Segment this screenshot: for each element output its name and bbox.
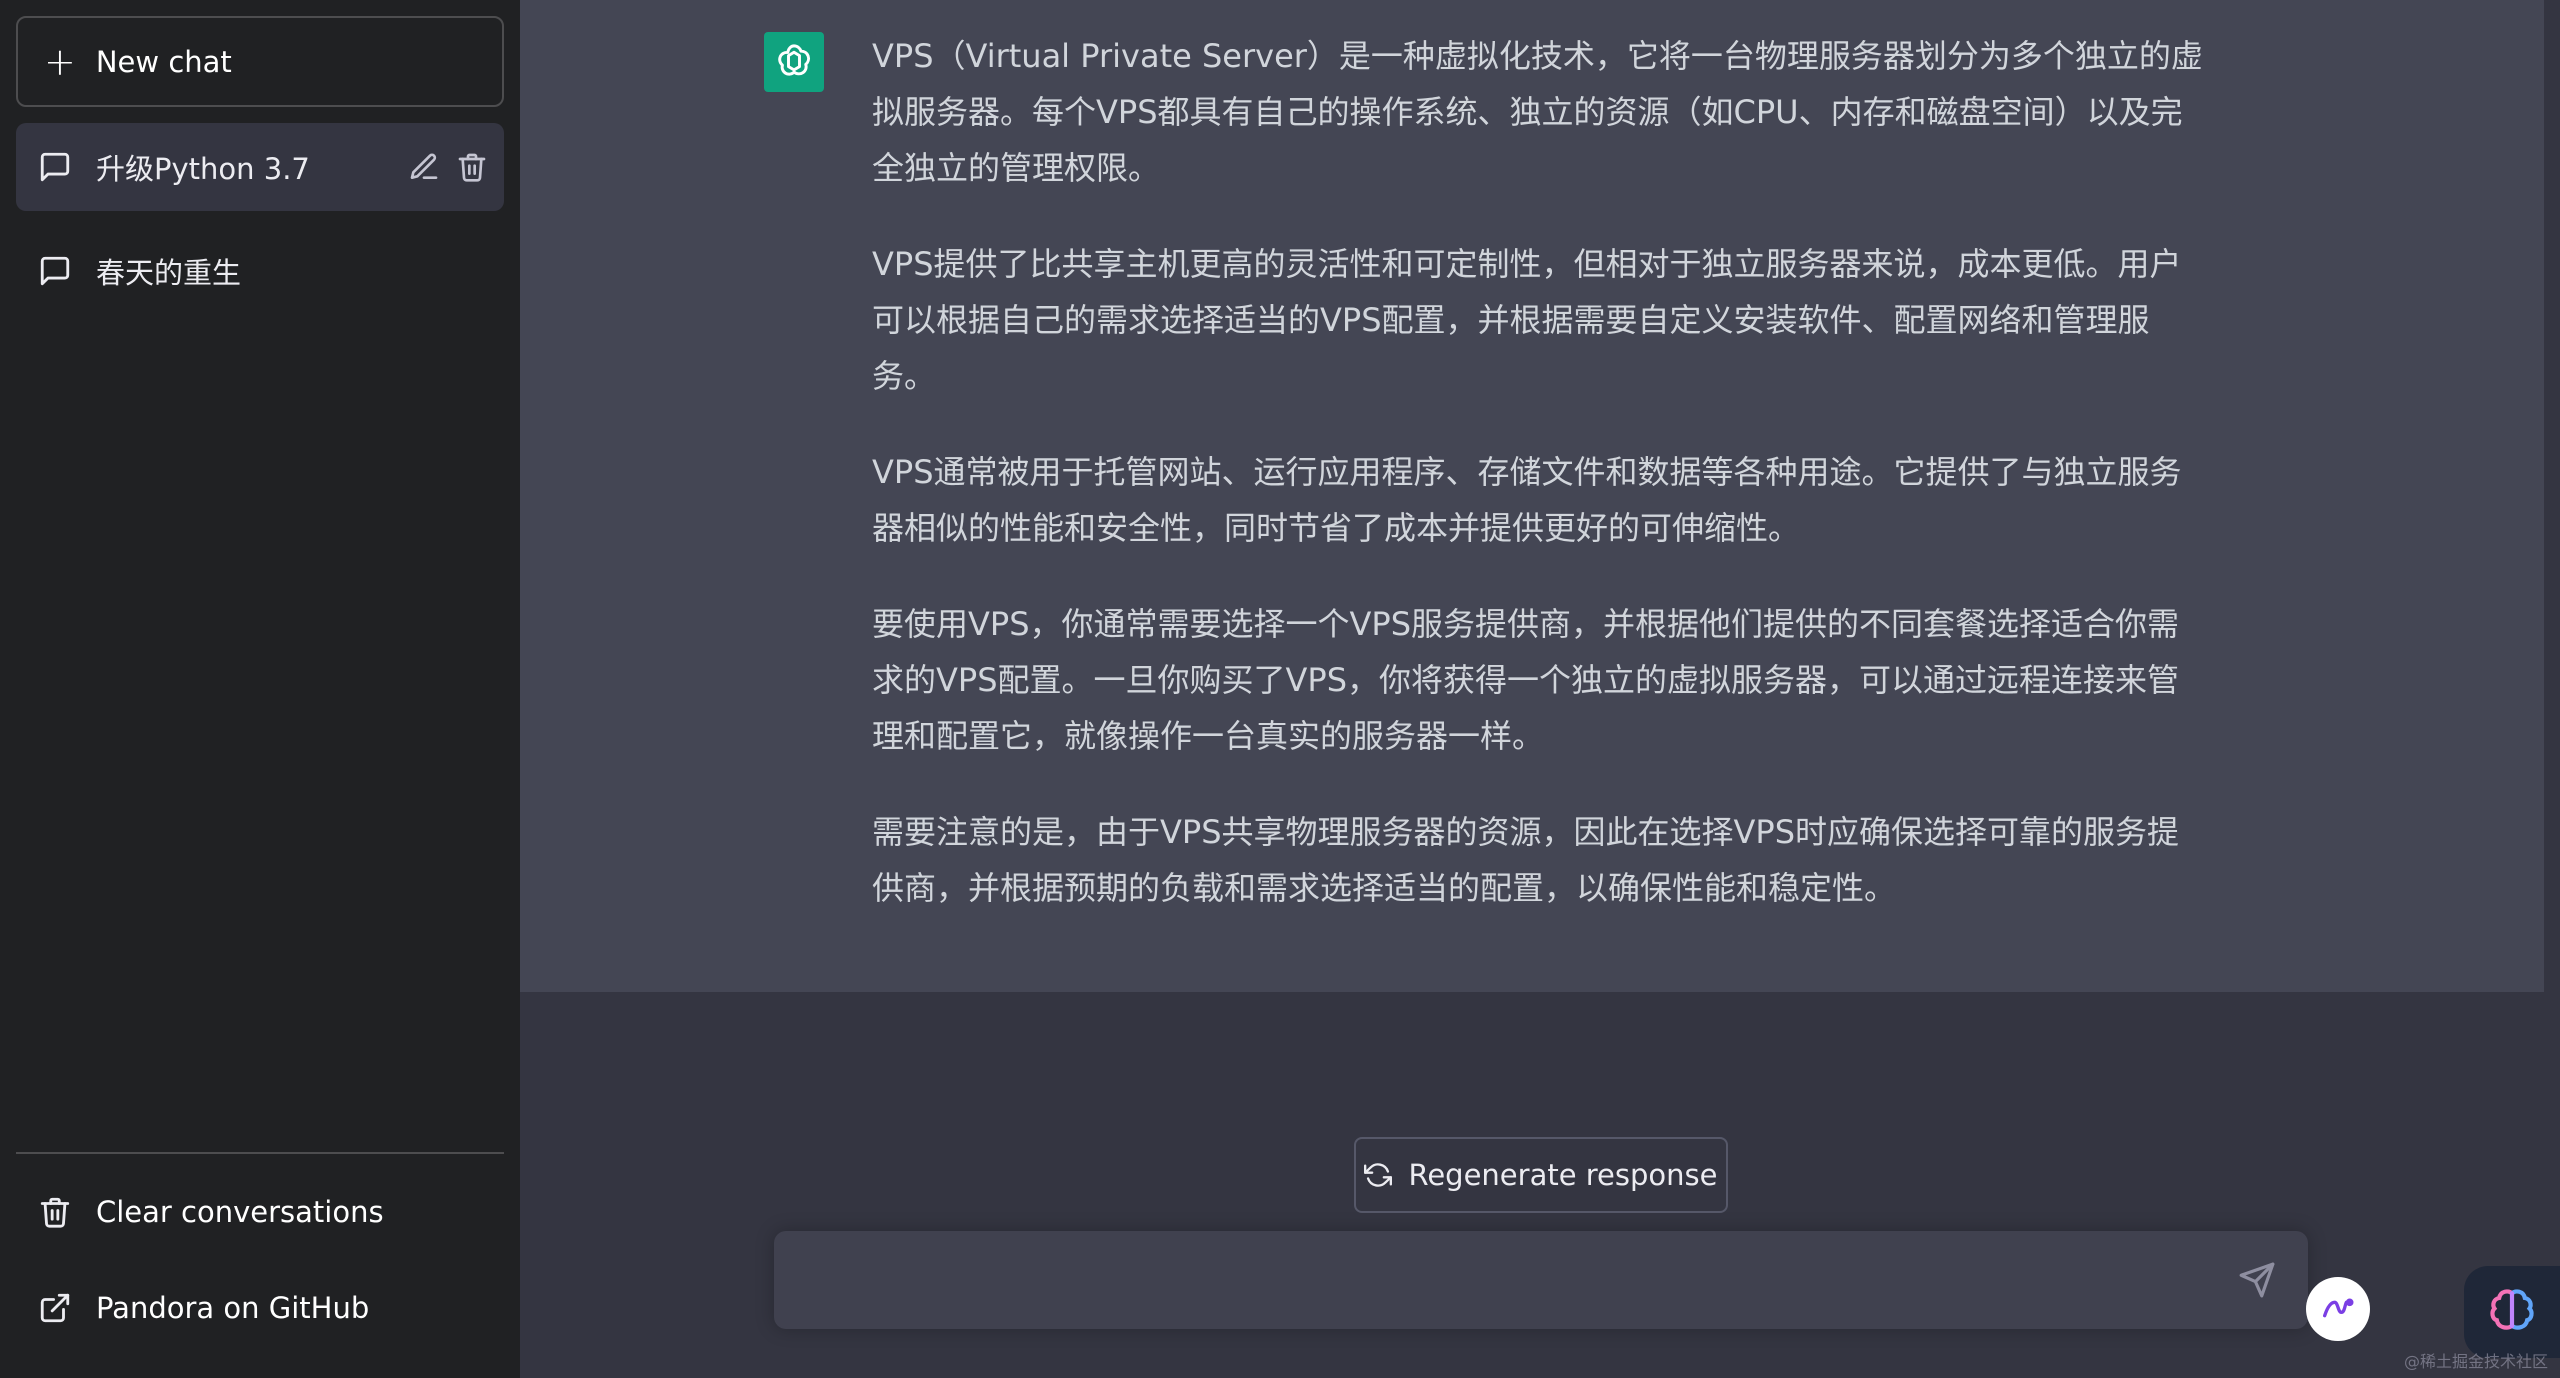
- message-paragraph: VPS提供了比共享主机更高的灵活性和可定制性，但相对于独立服务器来说，成本更低。…: [872, 245, 2182, 395]
- message-input[interactable]: [798, 1259, 2198, 1303]
- message-paragraph: VPS（Virtual Private Server）是一种虚拟化技术，它将一台…: [872, 37, 2203, 187]
- watermark: @稀土掘金技术社区: [2403, 1352, 2548, 1371]
- openai-logo-icon: [764, 32, 824, 92]
- conversation-item[interactable]: 春天的重生: [16, 227, 504, 315]
- pencil-icon[interactable]: [408, 151, 440, 183]
- external-link-icon: [40, 1293, 70, 1323]
- chat-bubble-icon: [40, 256, 70, 286]
- main-panel: VPS（Virtual Private Server）是一种虚拟化技术，它将一台…: [520, 0, 2560, 1378]
- clear-conversations-button[interactable]: Clear conversations: [16, 1172, 504, 1252]
- message-composer: [774, 1231, 2308, 1329]
- clear-conversations-label: Clear conversations: [96, 1195, 384, 1229]
- conversation-item-active[interactable]: 升级Python 3.7: [16, 123, 504, 211]
- new-chat-label: New chat: [95, 44, 232, 79]
- pandora-github-label: Pandora on GitHub: [96, 1291, 370, 1325]
- trash-icon: [40, 1197, 70, 1228]
- sidebar: + New chat 升级Python 3.7 春天的重生 Clear conv…: [0, 0, 520, 1378]
- message-paragraph: 要使用VPS，你通常需要选择一个VPS服务提供商，并根据他们提供的不同套餐选择适…: [872, 605, 2180, 755]
- new-chat-button[interactable]: + New chat: [16, 16, 504, 107]
- wave-logo-icon: [2323, 1298, 2354, 1318]
- scrollbar[interactable]: [2544, 0, 2560, 1378]
- pandora-github-link[interactable]: Pandora on GitHub: [16, 1268, 504, 1348]
- conversation-actions: [408, 151, 488, 183]
- assistant-message: VPS（Virtual Private Server）是一种虚拟化技术，它将一台…: [520, 0, 2544, 992]
- message-body: VPS（Virtual Private Server）是一种虚拟化技术，它将一台…: [872, 28, 2204, 956]
- assistant-float-button[interactable]: [2306, 1277, 2370, 1341]
- refresh-icon: [1364, 1163, 1393, 1187]
- message-paragraph: VPS通常被用于托管网站、运行应用程序、存储文件和数据等各种用途。它提供了与独立…: [872, 453, 2182, 547]
- conversation-label: 春天的重生: [96, 256, 242, 290]
- conversation-list: 升级Python 3.7 春天的重生: [16, 123, 504, 315]
- send-icon[interactable]: [2238, 1261, 2276, 1299]
- message-paragraph: 需要注意的是，由于VPS共享物理服务器的资源，因此在选择VPS时应确保选择可靠的…: [872, 813, 2180, 907]
- trash-icon[interactable]: [456, 151, 488, 183]
- chat-bubble-icon: [40, 152, 70, 182]
- brain-extension-button[interactable]: [2464, 1266, 2560, 1358]
- regenerate-response-button[interactable]: Regenerate response: [1354, 1137, 1728, 1213]
- brain-icon: [2490, 1289, 2534, 1330]
- conversation-label: 升级Python 3.7: [96, 152, 310, 186]
- sidebar-bottom: Clear conversations Pandora on GitHub: [16, 1152, 504, 1378]
- regenerate-label: Regenerate response: [1408, 1158, 1718, 1192]
- app-root: + New chat 升级Python 3.7 春天的重生 Clear conv…: [0, 0, 2560, 1378]
- plus-icon: +: [44, 39, 76, 84]
